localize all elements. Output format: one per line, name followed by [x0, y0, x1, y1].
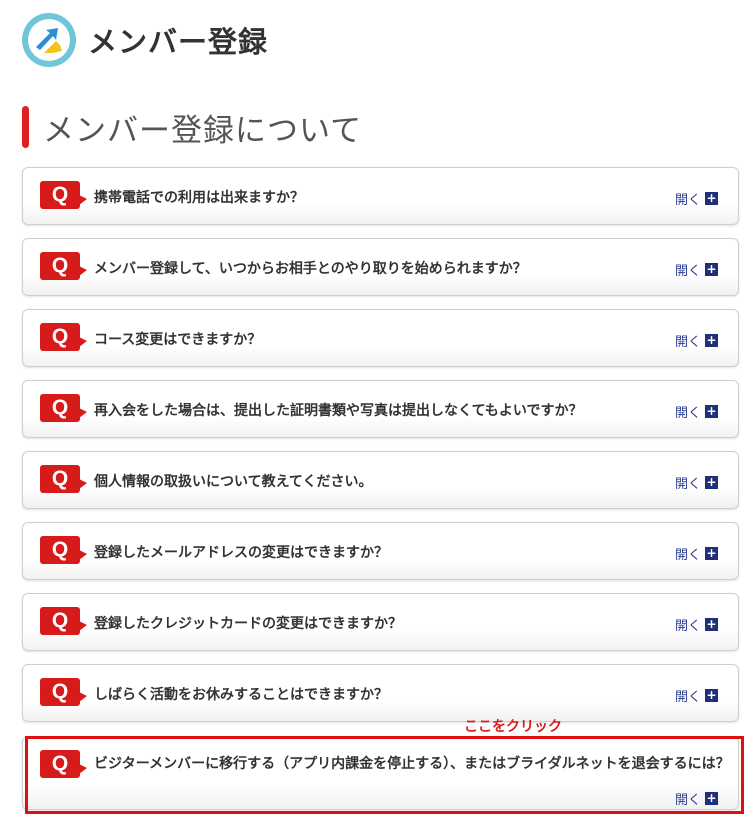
open-toggle[interactable]: 開く + [675, 331, 718, 350]
q-badge: Q [40, 536, 87, 564]
faq-question: メンバー登録して、いつからお相手とのやり取りを始められますか？ [94, 261, 527, 277]
open-toggle[interactable]: 開く + [675, 473, 718, 492]
open-toggle[interactable]: 開く + [675, 615, 718, 634]
faq-item-5[interactable]: Q 個人情報の取扱いについて教えてください。 開く + [22, 451, 739, 509]
open-toggle[interactable]: 開く + [675, 789, 718, 808]
faq-item-9[interactable]: Q ビジターメンバーに移行する（アプリ内課金を停止する）、またはブライダルネット… [22, 736, 739, 810]
page: メンバー登録 メンバー登録について Q 携帯電話での利用は出来ますか？ 開く +… [0, 0, 753, 831]
open-label: 開く [674, 335, 701, 350]
plus-icon: + [705, 333, 718, 347]
open-toggle[interactable]: 開く + [675, 544, 718, 563]
open-label: 開く [674, 690, 701, 705]
faq-question: 登録したメールアドレスの変更はできますか？ [94, 545, 388, 561]
faq-item-7[interactable]: Q 登録したクレジットカードの変更はできますか？ 開く + [22, 593, 739, 651]
app-title: メンバー登録 [88, 25, 269, 59]
faq-item-8[interactable]: Q しばらく活動をお休みすることはできますか？ 開く + [22, 664, 739, 722]
faq-question: 携帯電話での利用は出来ますか？ [94, 190, 304, 206]
faq-question: しばらく活動をお休みすることはできますか？ [94, 687, 388, 703]
q-badge: Q [40, 323, 87, 351]
plus-icon: + [705, 475, 718, 489]
faq-question: ビジターメンバーに移行する（アプリ内課金を停止する）、またはブライダルネットを退… [94, 756, 730, 772]
plus-icon: + [705, 191, 718, 205]
faq-question: 再入会をした場合は、提出した証明書類や写真は提出しなくてもよいですか？ [94, 403, 583, 419]
faq-question: 個人情報の取扱いについて教えてください。 [94, 474, 373, 490]
q-badge: Q [40, 465, 87, 493]
open-label: 開く [674, 264, 701, 279]
open-toggle[interactable]: 開く + [675, 686, 718, 705]
open-label: 開く [674, 193, 701, 208]
q-badge: Q [40, 181, 87, 209]
open-label: 開く [674, 619, 701, 634]
faq-item-4[interactable]: Q 再入会をした場合は、提出した証明書類や写真は提出しなくてもよいですか？ 開く… [22, 380, 739, 438]
plus-icon: + [705, 617, 718, 631]
q-badge: Q [40, 678, 87, 706]
logo-icon [22, 13, 76, 67]
open-label: 開く [674, 477, 701, 492]
section-accent-bar [22, 106, 29, 148]
plus-icon: + [705, 404, 718, 418]
q-badge: Q [40, 394, 87, 422]
q-badge: Q [40, 607, 87, 635]
plus-icon: + [705, 688, 718, 702]
open-label: 開く [674, 548, 701, 563]
plus-icon: + [705, 262, 718, 276]
open-label: 開く [674, 406, 701, 421]
annotation-label: ここをクリック [464, 719, 562, 735]
open-label: 開く [674, 793, 701, 808]
section-heading: メンバー登録について [22, 105, 362, 149]
plus-icon: + [705, 791, 718, 805]
q-badge: Q [40, 750, 87, 778]
faq-item-6[interactable]: Q 登録したメールアドレスの変更はできますか？ 開く + [22, 522, 739, 580]
open-toggle[interactable]: 開く + [675, 260, 718, 279]
plus-icon: + [705, 546, 718, 560]
open-toggle[interactable]: 開く + [675, 402, 718, 421]
open-toggle[interactable]: 開く + [675, 189, 718, 208]
section-title: メンバー登録について [43, 112, 363, 149]
faq-question: 登録したクレジットカードの変更はできますか？ [94, 616, 402, 632]
faq-item-3[interactable]: Q コース変更はできますか？ 開く + [22, 309, 739, 367]
header: メンバー登録 [22, 12, 268, 68]
faq-question: コース変更はできますか？ [94, 332, 262, 348]
faq-item-1[interactable]: Q 携帯電話での利用は出来ますか？ 開く + [22, 167, 739, 225]
q-badge: Q [40, 252, 87, 280]
faq-item-2[interactable]: Q メンバー登録して、いつからお相手とのやり取りを始められますか？ 開く + [22, 238, 739, 296]
